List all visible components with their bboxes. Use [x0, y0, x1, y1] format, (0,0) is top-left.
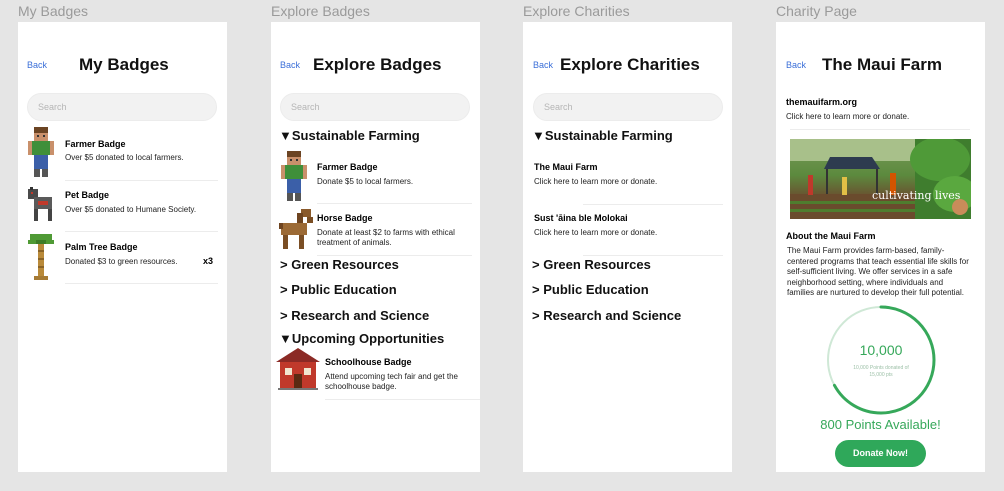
- explore-charities-screen: Back Explore Charities ▼Sustainable Farm…: [523, 22, 732, 472]
- badge-name: Farmer Badge: [317, 162, 378, 172]
- points-sub: 10,000 Points donated of 15,000 pts: [853, 365, 909, 378]
- category-research-science[interactable]: > Research and Science: [532, 308, 681, 323]
- divider: [317, 255, 472, 256]
- badge-desc: Donate at least $2 to farms with ethical…: [317, 228, 455, 247]
- frame-label-my-badges: My Badges: [18, 3, 89, 19]
- schoolhouse-icon: [276, 348, 320, 390]
- about-text: The Maui Farm provides farm-based, famil…: [787, 246, 969, 297]
- category-upcoming-opportunities[interactable]: ▼Upcoming Opportunities: [279, 331, 444, 346]
- frame-label-charity-page: Charity Page: [776, 3, 857, 19]
- badge-desc: Donate $5 to local farmers.: [317, 177, 414, 186]
- charity-name[interactable]: Sust 'āina ble Molokai: [534, 213, 628, 223]
- divider: [65, 180, 218, 181]
- divider: [790, 129, 970, 130]
- category-public-education[interactable]: > Public Education: [532, 282, 649, 297]
- category-sustainable-farming[interactable]: ▼Sustainable Farming: [279, 128, 420, 143]
- website-note[interactable]: Click here to learn more or donate.: [786, 112, 976, 122]
- horse-icon: [279, 209, 313, 249]
- points-progress-ring: [826, 305, 936, 415]
- charity-website-link[interactable]: themauifarm.org: [786, 97, 857, 107]
- charity-page-screen: Back The Maui Farm themauifarm.org Click…: [776, 22, 985, 472]
- dog-icon: [28, 187, 52, 221]
- search-input[interactable]: [533, 93, 723, 121]
- back-button[interactable]: Back: [533, 60, 553, 70]
- divider: [583, 255, 723, 256]
- badge-name: Farmer Badge: [65, 139, 126, 149]
- badge-desc: Donated $3 to green resources.: [65, 257, 178, 266]
- category-green-resources[interactable]: > Green Resources: [532, 257, 651, 272]
- badge-name: Palm Tree Badge: [65, 242, 138, 252]
- divider: [65, 231, 218, 232]
- divider: [317, 203, 472, 204]
- farmer-icon: [28, 127, 54, 177]
- page-title: My Badges: [79, 55, 169, 74]
- divider: [583, 204, 723, 205]
- badge-name: Schoolhouse Badge: [325, 357, 412, 367]
- points-available: 800 Points Available!: [820, 417, 941, 432]
- divider: [65, 283, 218, 284]
- about-heading: About the Maui Farm: [786, 231, 876, 241]
- search-input[interactable]: [27, 93, 217, 121]
- category-public-education[interactable]: > Public Education: [280, 282, 397, 297]
- badge-desc: Attend upcoming tech fair and get the sc…: [325, 372, 458, 391]
- category-green-resources[interactable]: > Green Resources: [280, 257, 399, 272]
- explore-badges-screen: Back Explore Badges ▼Sustainable Farming…: [271, 22, 480, 472]
- charity-desc[interactable]: Click here to learn more or donate.: [534, 228, 714, 238]
- category-research-science[interactable]: > Research and Science: [280, 308, 429, 323]
- farm-photo: cultivating lives: [790, 139, 971, 219]
- palm-tree-icon: [28, 234, 54, 280]
- divider: [325, 399, 480, 400]
- back-button[interactable]: Back: [27, 60, 47, 70]
- farmer-icon: [281, 151, 307, 201]
- charity-desc[interactable]: Click here to learn more or donate.: [534, 177, 714, 187]
- points-value: 10,000: [859, 342, 903, 358]
- badge-desc: Over $5 donated to Humane Society.: [65, 205, 197, 214]
- charity-name[interactable]: The Maui Farm: [534, 162, 598, 172]
- page-title: Explore Badges: [313, 55, 442, 74]
- farm-photo-art: [790, 139, 971, 219]
- badge-count: x3: [203, 256, 214, 266]
- my-badges-screen: Back My Badges Farmer Badge Over $5 dona…: [18, 22, 227, 472]
- frame-label-explore-charities: Explore Charities: [523, 3, 630, 19]
- badge-desc: Over $5 donated to local farmers.: [65, 153, 184, 162]
- badge-name: Pet Badge: [65, 190, 110, 200]
- page-title: The Maui Farm: [822, 55, 942, 74]
- back-button[interactable]: Back: [786, 60, 806, 70]
- search-input[interactable]: [280, 93, 470, 121]
- page-title: Explore Charities: [560, 55, 700, 74]
- badge-name: Horse Badge: [317, 213, 373, 223]
- back-button[interactable]: Back: [280, 60, 300, 70]
- photo-caption: cultivating lives: [872, 189, 961, 202]
- frame-label-explore-badges: Explore Badges: [271, 3, 370, 19]
- category-sustainable-farming[interactable]: ▼Sustainable Farming: [532, 128, 673, 143]
- donate-button[interactable]: Donate Now!: [835, 440, 926, 467]
